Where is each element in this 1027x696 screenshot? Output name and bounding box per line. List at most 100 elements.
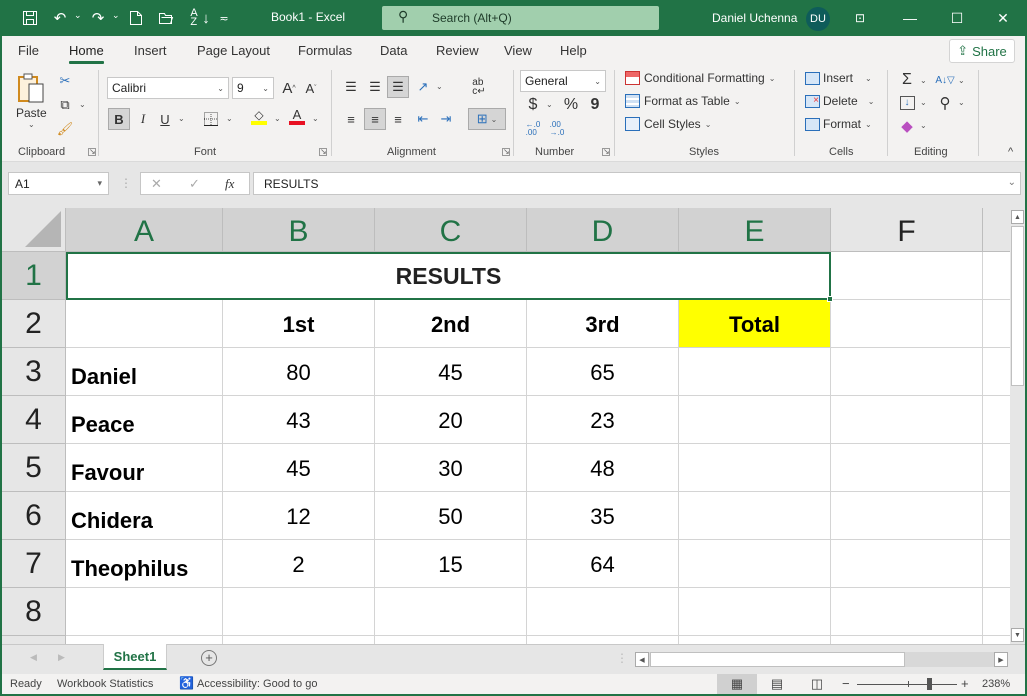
cell-c6[interactable]: 50 [375, 492, 527, 540]
cell-a4[interactable]: Peace [66, 396, 223, 444]
cell-c9[interactable] [375, 636, 527, 644]
decrease-decimal-icon[interactable]: .00 →.0 [546, 118, 568, 140]
cell-d9[interactable] [527, 636, 679, 644]
scroll-right-icon[interactable]: ▶ [994, 652, 1008, 667]
vertical-scrollbar[interactable]: ▲ ▼ [1010, 208, 1025, 644]
increase-indent-icon[interactable]: ⇥ [435, 108, 457, 130]
font-color-icon[interactable]: A [286, 106, 308, 128]
cell-a3[interactable]: Daniel [66, 348, 223, 396]
cell-d8[interactable] [527, 588, 679, 636]
increase-font-size-icon[interactable]: A ^ [278, 77, 300, 99]
ribbon-display-options-icon[interactable]: ⊡ [847, 6, 873, 30]
cancel-icon[interactable]: ✕ [151, 176, 162, 192]
cell-f9[interactable] [831, 636, 983, 644]
cell-b9[interactable] [223, 636, 375, 644]
fill-dropdown-icon[interactable]: ⌄ [920, 98, 927, 107]
zoom-slider-knob[interactable] [927, 678, 932, 690]
borders-icon[interactable] [200, 108, 222, 130]
percent-button[interactable]: % [560, 94, 582, 116]
cell-g7[interactable] [983, 540, 1010, 588]
insert-cells-button[interactable]: Insert ⌄ [805, 71, 872, 85]
tab-view[interactable]: View [504, 43, 532, 58]
orientation-icon[interactable]: ↗ [412, 76, 434, 98]
conditional-formatting-button[interactable]: Conditional Formatting ⌄ [625, 71, 775, 85]
insert-function-icon[interactable]: fx [225, 176, 234, 192]
enter-icon[interactable]: ✓ [189, 176, 200, 192]
cell-b3[interactable]: 80 [223, 348, 375, 396]
number-launcher-icon[interactable]: ↘ [602, 148, 610, 156]
cell-e4[interactable] [679, 396, 831, 444]
cell-a5[interactable]: Favour [66, 444, 223, 492]
column-header-g[interactable] [983, 208, 1010, 252]
zoom-level[interactable]: 238% [982, 678, 1010, 690]
fill-color-icon[interactable]: ◇ [248, 106, 270, 128]
row-header-6[interactable]: 6 [2, 492, 66, 540]
redo-dropdown-icon[interactable]: ⌄ [112, 10, 120, 21]
find-select-dropdown-icon[interactable]: ⌄ [958, 98, 965, 107]
add-sheet-icon[interactable]: + [201, 650, 217, 666]
row-header-2[interactable]: 2 [2, 300, 66, 348]
user-name[interactable]: Daniel Uchenna [712, 11, 797, 25]
scroll-up-icon[interactable]: ▲ [1011, 210, 1024, 224]
cell-c8[interactable] [375, 588, 527, 636]
copy-icon[interactable]: ⧉ [54, 94, 76, 116]
align-center-icon[interactable]: ≡ [364, 108, 386, 130]
undo-icon[interactable]: ↶ [50, 8, 70, 28]
row-header-3[interactable]: 3 [2, 348, 66, 396]
cell-a9[interactable] [66, 636, 223, 644]
formula-bar-splitter[interactable]: ⋮ [120, 176, 132, 190]
select-all-button[interactable] [2, 208, 66, 252]
customize-toolbar-icon[interactable]: ≂ [214, 8, 234, 28]
cell-a7[interactable]: Theophilus [66, 540, 223, 588]
zoom-in-button[interactable]: + [961, 676, 969, 691]
decrease-font-size-icon[interactable]: Aˇ [300, 77, 322, 99]
tab-file[interactable]: File [18, 43, 39, 58]
column-header-a[interactable]: A [66, 208, 223, 252]
formula-input[interactable]: RESULTS ⌄ [253, 172, 1021, 195]
autosum-icon[interactable]: Σ [896, 69, 918, 91]
normal-view-icon[interactable]: ▦ [717, 674, 757, 694]
row-header-7[interactable]: 7 [2, 540, 66, 588]
horizontal-scrollbar[interactable]: ◀ ▶ [635, 652, 1008, 667]
align-left-icon[interactable]: ≡ [340, 108, 362, 130]
cell-g4[interactable] [983, 396, 1010, 444]
alignment-launcher-icon[interactable]: ↘ [502, 148, 510, 156]
row-header-1[interactable]: 1 [2, 252, 66, 300]
orientation-dropdown-icon[interactable]: ⌄ [436, 82, 443, 91]
cell-b8[interactable] [223, 588, 375, 636]
cell-f4[interactable] [831, 396, 983, 444]
workbook-statistics-button[interactable]: Workbook Statistics [57, 678, 153, 690]
align-right-icon[interactable]: ≡ [387, 108, 409, 130]
cell-c5[interactable]: 30 [375, 444, 527, 492]
italic-button[interactable]: I [132, 108, 154, 130]
sheet-tab-sheet1[interactable]: Sheet1 [103, 644, 167, 670]
tab-page-layout[interactable]: Page Layout [197, 43, 270, 58]
open-folder-icon[interactable] [156, 8, 176, 28]
fill-color-dropdown-icon[interactable]: ⌄ [274, 114, 281, 123]
cell-a2[interactable] [66, 300, 223, 348]
cell-d3[interactable]: 65 [527, 348, 679, 396]
page-break-preview-icon[interactable]: ◫ [797, 674, 837, 694]
cell-f5[interactable] [831, 444, 983, 492]
cell-f3[interactable] [831, 348, 983, 396]
tab-insert[interactable]: Insert [134, 43, 167, 58]
cell-styles-button[interactable]: Cell Styles ⌄ [625, 117, 711, 131]
collapse-ribbon-icon[interactable]: ^ [1008, 146, 1013, 158]
format-cells-button[interactable]: Format ⌄ [805, 117, 872, 131]
share-button[interactable]: ⇪ Share [949, 39, 1015, 63]
cell-b5[interactable]: 45 [223, 444, 375, 492]
cell-e7[interactable] [679, 540, 831, 588]
font-launcher-icon[interactable]: ↘ [319, 148, 327, 156]
cell-f2[interactable] [831, 300, 983, 348]
cell-b2[interactable]: 1st [223, 300, 375, 348]
row-header-5[interactable]: 5 [2, 444, 66, 492]
cell-g3[interactable] [983, 348, 1010, 396]
cell-b6[interactable]: 12 [223, 492, 375, 540]
top-align-icon[interactable]: ☰ [340, 76, 362, 98]
cell-e5[interactable] [679, 444, 831, 492]
sort-filter-icon[interactable]: A↓▽ [934, 69, 956, 91]
horizontal-split-handle[interactable]: ⋮ [616, 651, 628, 665]
page-layout-view-icon[interactable]: ▤ [757, 674, 797, 694]
tab-home[interactable]: Home [69, 43, 104, 64]
cell-a6[interactable]: Chidera [66, 492, 223, 540]
